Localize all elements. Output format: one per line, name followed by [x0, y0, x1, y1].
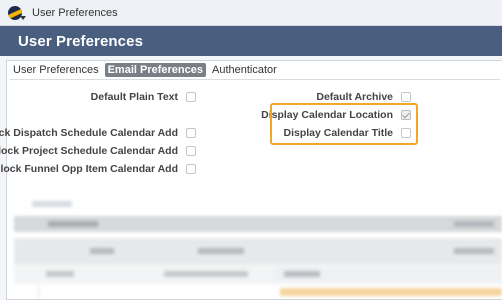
default-archive-checkbox[interactable] — [401, 92, 411, 102]
tab-bar: User Preferences Email Preferences Authe… — [10, 63, 280, 77]
window-titlebar: User Preferences — [0, 0, 502, 26]
blurred-highlight-strip — [280, 288, 502, 296]
blurred-table-titlebar — [14, 216, 502, 232]
highlight-box — [270, 103, 418, 145]
tab-authenticator[interactable]: Authenticator — [209, 63, 280, 77]
page-header: User Preferences — [0, 26, 502, 56]
default-plain-text-label: Default Plain Text — [90, 91, 178, 103]
chevron-down-icon — [20, 15, 26, 20]
default-plain-text-checkbox[interactable] — [186, 92, 196, 102]
blurred-section-label — [32, 201, 72, 207]
blurred-table-header — [14, 238, 502, 264]
block-dispatch-schedule-calendar-add-label: Block Dispatch Schedule Calendar Add — [0, 127, 178, 139]
blurred-table-section — [14, 196, 502, 300]
tab-user-preferences[interactable]: User Preferences — [10, 63, 102, 77]
block-project-schedule-calendar-add-checkbox[interactable] — [186, 146, 196, 156]
table-row — [14, 264, 502, 284]
tab-email-preferences[interactable]: Email Preferences — [104, 63, 206, 77]
page-title: User Preferences — [18, 32, 144, 50]
default-archive-label: Default Archive — [316, 91, 393, 103]
block-funnel-opp-item-calendar-add-label: Block Funnel Opp Item Calendar Add — [0, 163, 178, 175]
app-logo-icon[interactable] — [6, 3, 26, 23]
blurred-divider — [38, 284, 39, 300]
window-title: User Preferences — [32, 6, 118, 19]
block-dispatch-schedule-calendar-add-checkbox[interactable] — [186, 128, 196, 138]
tab-divider — [10, 79, 500, 80]
block-project-schedule-calendar-add-label: Block Project Schedule Calendar Add — [0, 145, 178, 157]
block-funnel-opp-item-calendar-add-checkbox[interactable] — [186, 164, 196, 174]
